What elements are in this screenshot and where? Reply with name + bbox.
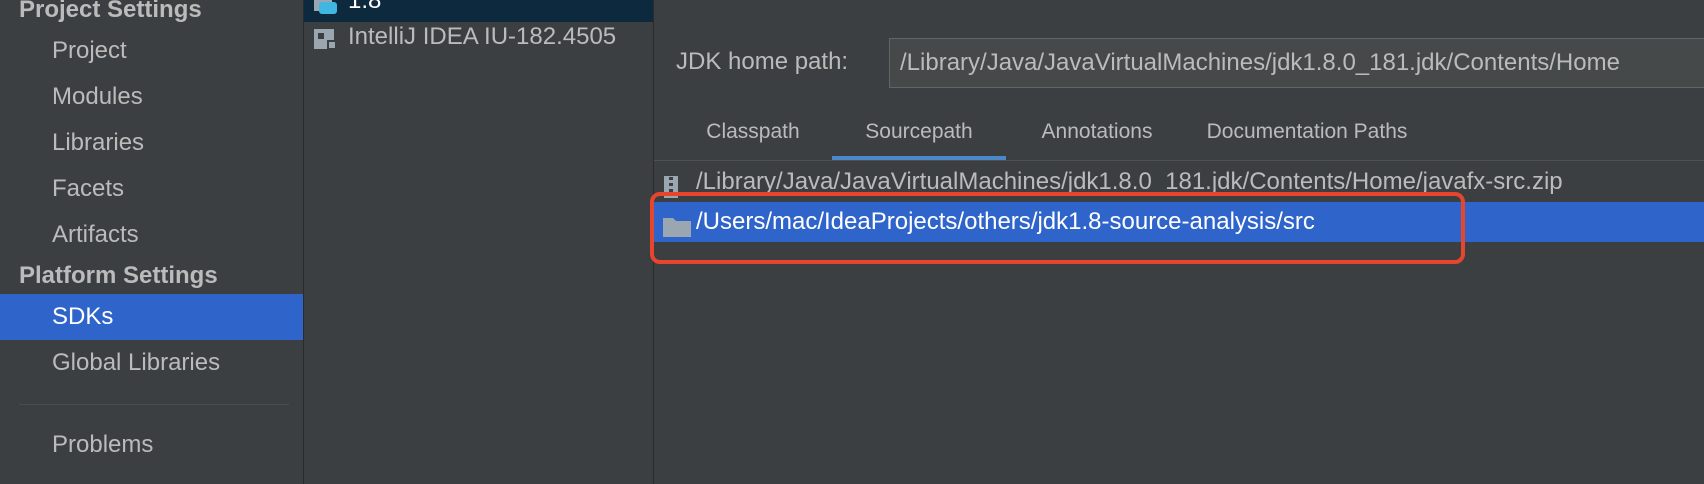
tab-sourcepath[interactable]: Sourcepath [832,112,1006,160]
settings-sidebar: Project Settings Project Modules Librari… [0,0,304,484]
sidebar-item-global-libraries[interactable]: Global Libraries [0,340,303,386]
intellij-sdk-icon [313,24,339,50]
annotation-highlight-box [650,192,1465,264]
sdk-item-intellij[interactable]: IntelliJ IDEA IU-182.4505 [304,16,653,58]
zip-archive-icon [662,171,692,198]
java-sdk-icon [313,0,339,14]
project-settings-header: Project Settings [19,0,202,23]
sidebar-item-project[interactable]: Project [0,28,303,74]
sdk-list: 1.8 IntelliJ IDEA IU-182.4505 [304,0,654,484]
sidebar-item-artifacts[interactable]: Artifacts [0,212,303,258]
sidebar-item-problems[interactable]: Problems [0,422,303,468]
jdk-home-label: JDK home path: [676,48,849,75]
tab-documentation-paths[interactable]: Documentation Paths [1188,112,1426,160]
path-tabs: Classpath Sourcepath Annotations Documen… [654,112,1704,161]
platform-settings-header: Platform Settings [19,262,218,289]
sidebar-item-libraries[interactable]: Libraries [0,120,303,166]
tab-annotations[interactable]: Annotations [1012,112,1182,160]
sidebar-item-facets[interactable]: Facets [0,166,303,212]
sidebar-item-sdks[interactable]: SDKs [0,294,303,340]
sidebar-divider [19,404,289,405]
jdk-home-path-field[interactable]: /Library/Java/JavaVirtualMachines/jdk1.8… [889,38,1704,88]
sidebar-item-modules[interactable]: Modules [0,74,303,120]
tab-classpath[interactable]: Classpath [678,112,828,160]
sdk-item-label: IntelliJ IDEA IU-182.4505 [348,23,617,50]
